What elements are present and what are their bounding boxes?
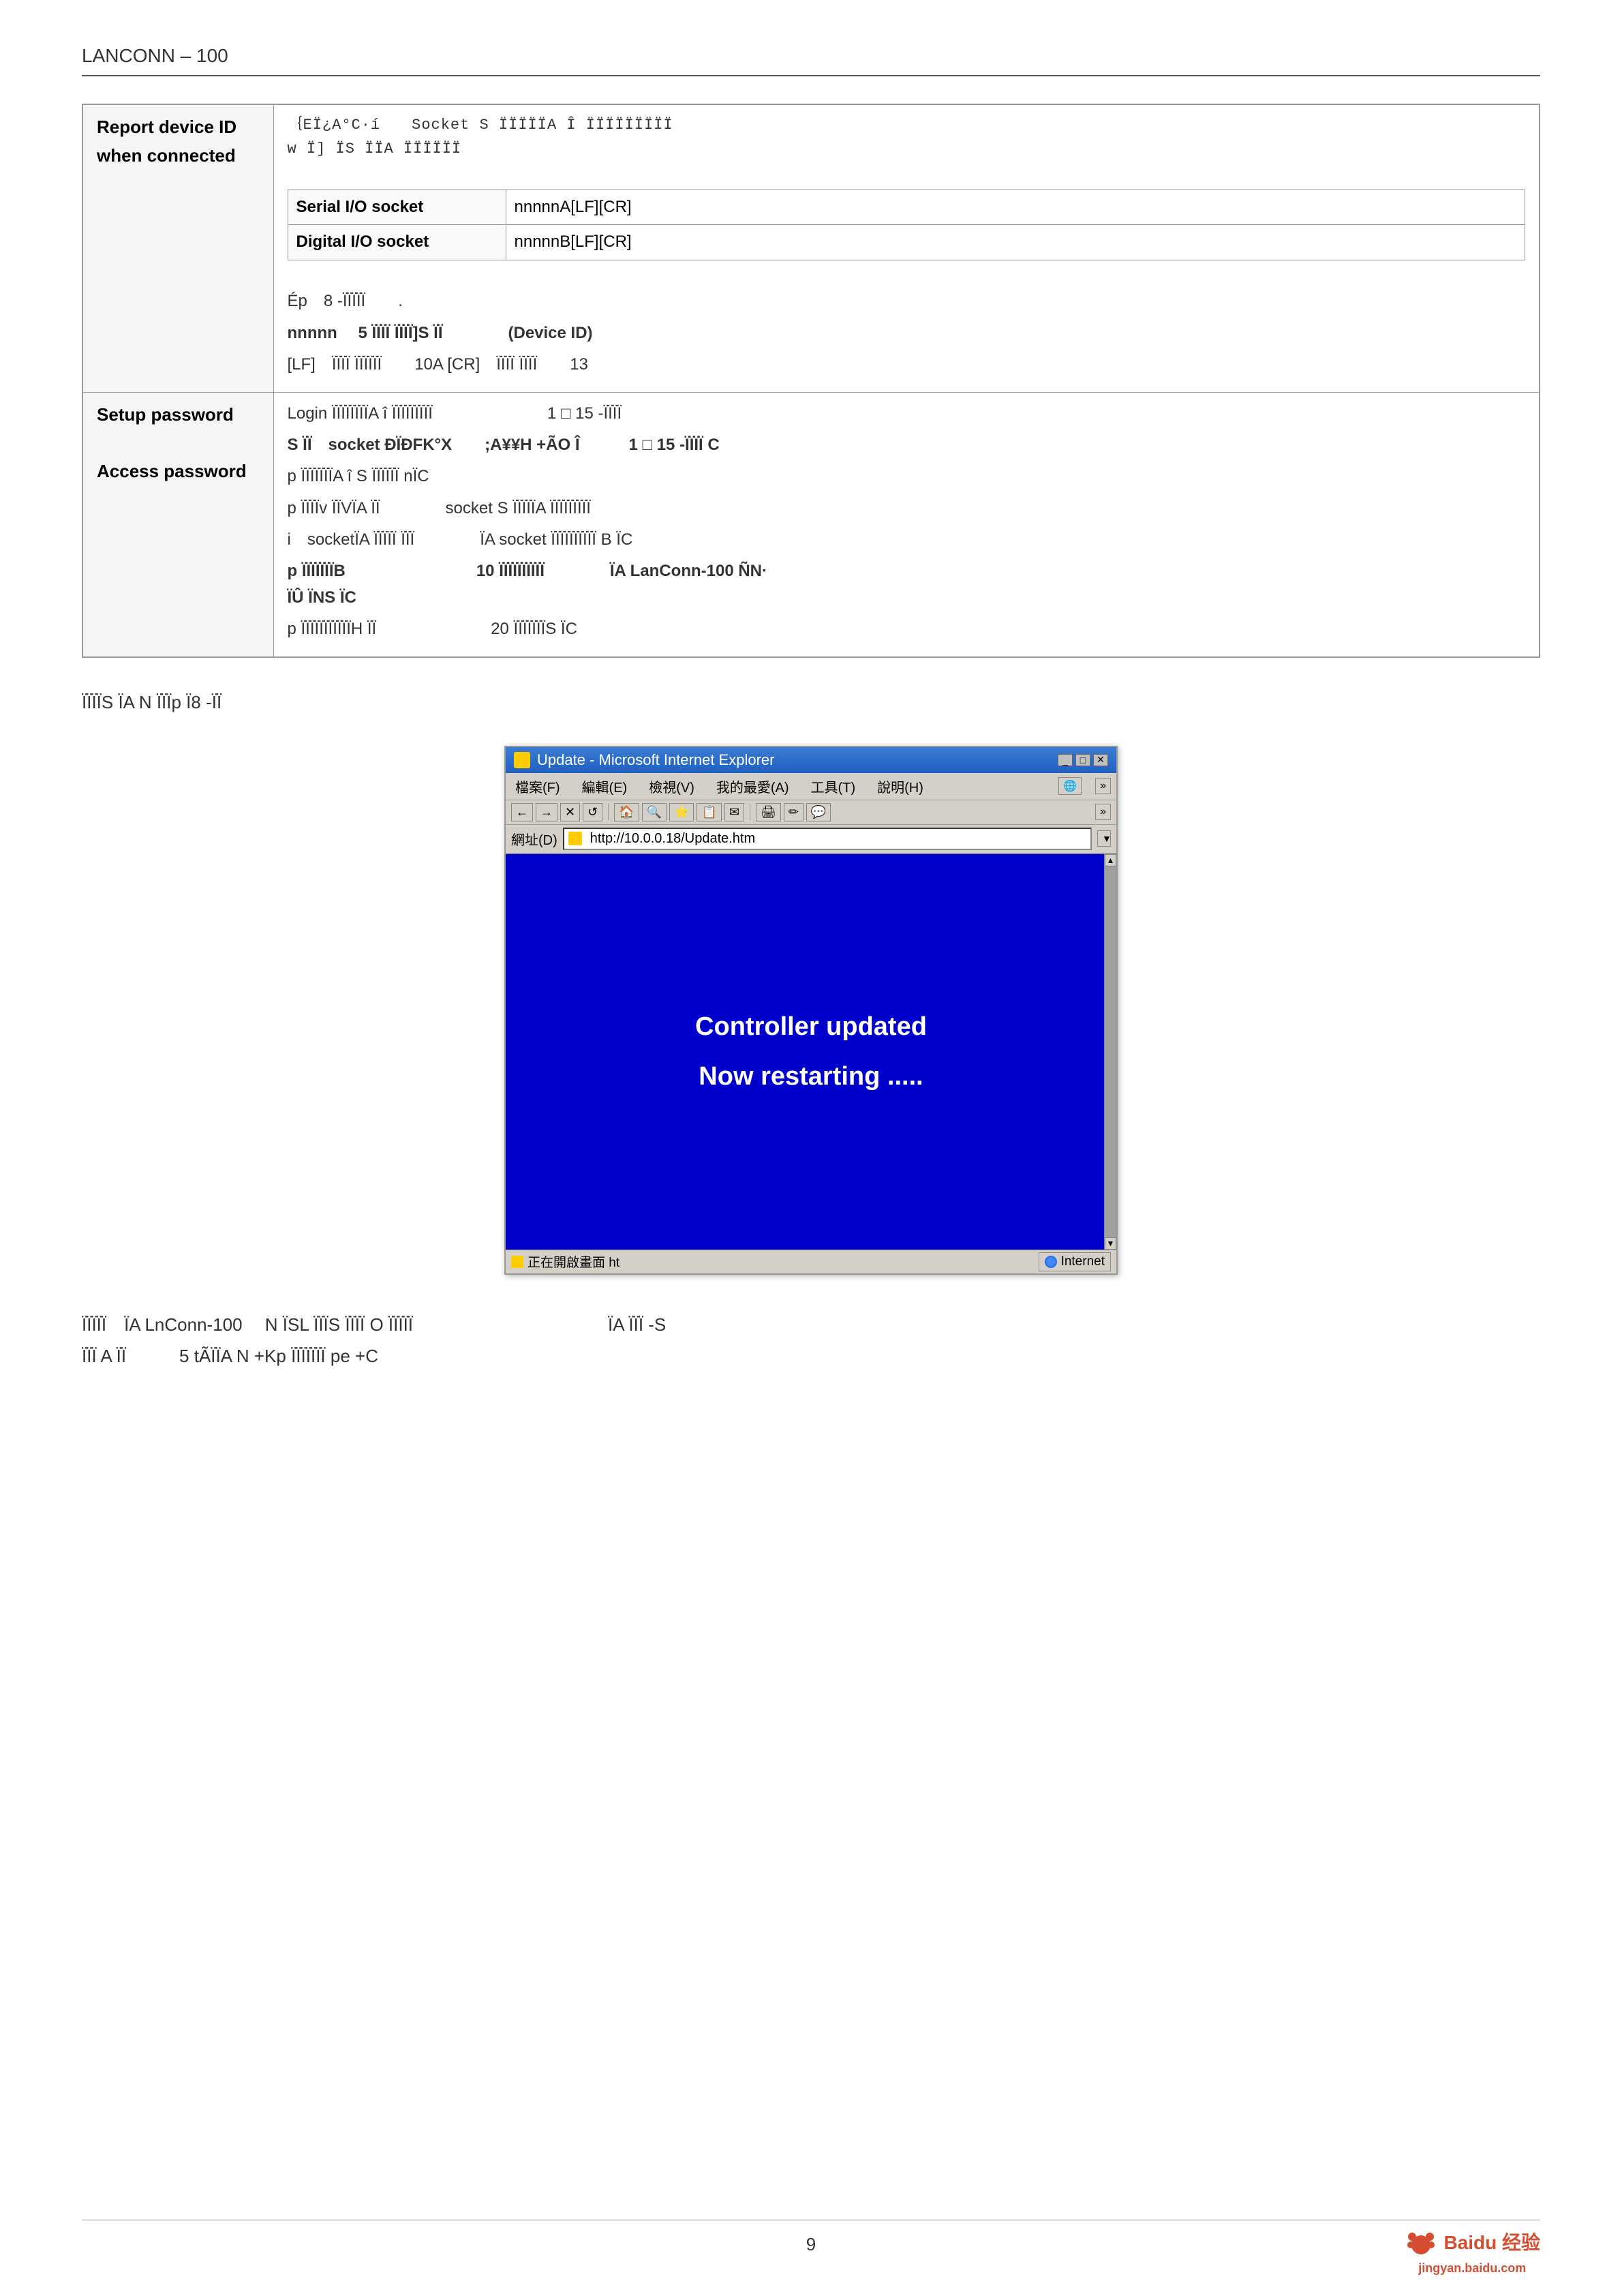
back-button[interactable]: ←: [511, 803, 533, 821]
close-button[interactable]: ✕: [1093, 754, 1108, 766]
menu-help[interactable]: 說明(H): [873, 775, 928, 798]
pwd-line1: Login ÏÏÏÏÏÏÏÏA î ÏÏÏÏÏÏÏÏÏ 1 □ 15 -ÏÏÏÏ: [288, 401, 1526, 427]
scroll-track: [1105, 866, 1116, 1237]
toolbar-expand[interactable]: »: [1095, 804, 1111, 820]
address-dropdown[interactable]: ▼: [1097, 830, 1111, 847]
baidu-text: Baidu 经验: [1443, 2228, 1540, 2255]
main-table: Report device ID when connected ｛EÏ¿A°C·…: [82, 104, 1540, 658]
table-row-device-id: Report device ID when connected ｛EÏ¿A°C·…: [82, 104, 1540, 392]
header-divider: [82, 75, 1540, 76]
corrupted-header: ｛EÏ¿A°C·í Socket S ÏÏÏÏÏA Î ÏÏÏÏÏÏÏÏÏ: [288, 113, 1526, 137]
page-icon: [568, 832, 582, 845]
status-right-text: Internet: [1061, 1254, 1105, 1269]
browser-icon: [514, 752, 530, 768]
browser-controls[interactable]: _ □ ✕: [1058, 754, 1108, 766]
mail-button[interactable]: ✉: [724, 803, 744, 821]
discuss-button[interactable]: 💬: [806, 803, 831, 821]
maximize-button[interactable]: □: [1075, 754, 1090, 766]
bottom-line1: ÏÏÏÏÏ ÏA LnConn-100 N ÏSL ÏÏÏS ÏÏÏÏ O ÏÏ…: [82, 1309, 1540, 1341]
section-description: ÏÏÏÏS ÏA N ÏÏÏp Ï8 -ÏÏ: [82, 692, 1540, 713]
internet-icon: [1045, 1256, 1057, 1268]
ie-icon-button[interactable]: 🌐: [1058, 777, 1082, 795]
bottom-line2: ÏÏÏ A ÏÏ 5 tÃÏÏA N +Kp ÏÏÏÏÏÏÏ pe +C: [82, 1340, 1540, 1372]
browser-statusbar: 正在開啟畫面 ht Internet: [506, 1250, 1116, 1273]
browser-content-area: Controller updated Now restarting ..... …: [506, 854, 1116, 1250]
expand-button[interactable]: »: [1095, 778, 1111, 794]
status-left-area: 正在開啟畫面 ht: [511, 1252, 619, 1271]
address-input-container[interactable]: http://10.0.0.18/Update.htm: [563, 828, 1092, 850]
corrupted-header-text: ｛EÏ¿A°C·í Socket S ÏÏÏÏÏA Î ÏÏÏÏÏÏÏÏÏ: [288, 117, 673, 134]
pwd-line5: i socketÏA ÏÏÏÏÏ ÏÏÏ ÏA socket ÏÏÏÏÏÏÏÏÏ…: [288, 527, 1526, 553]
label-password: Setup password Access password: [82, 392, 273, 657]
baidu-watermark: Baidu 经验 jingyan.baidu.com: [1404, 2224, 1540, 2276]
browser-titlebar: Update - Microsoft Internet Explorer _ □…: [506, 747, 1116, 773]
pwd-line4: p ÏÏÏÏv ÏÏVÏA ÏÏ socket S ÏÏÏÏÏA ÏÏÏÏÏÏÏ…: [288, 496, 1526, 522]
print-button[interactable]: 🖨: [756, 803, 781, 821]
page-header: LANCONN – 100: [82, 41, 1540, 68]
serial-io-label: Serial I/O socket: [288, 190, 506, 224]
menu-file[interactable]: 檔案(F): [511, 775, 564, 798]
corrupted-sub: w Ï] ÏS ÏÏA ÏÏÏÏÏÏ: [288, 137, 1526, 161]
controller-updated-text: Controller updated: [695, 1012, 927, 1042]
bottom-text-area: ÏÏÏÏÏ ÏA LnConn-100 N ÏSL ÏÏÏS ÏÏÏÏ O ÏÏ…: [82, 1309, 1540, 1373]
menu-favorites[interactable]: 我的最愛(A): [712, 775, 793, 798]
table-row-password: Setup password Access password Login ÏÏÏ…: [82, 392, 1540, 657]
page-footer: 9: [0, 2220, 1622, 2255]
address-value-text: http://10.0.0.18/Update.htm: [590, 831, 755, 847]
socket-table: Serial I/O socket nnnnnA[LF][CR] Digital…: [288, 190, 1526, 260]
note1: Ép 8 -ÏÏÏÏÏ .: [288, 288, 1526, 314]
history-button[interactable]: 📋: [697, 803, 721, 821]
home-button[interactable]: 🏠: [614, 803, 639, 821]
edit-button[interactable]: ✏: [784, 803, 804, 821]
content-device-id: ｛EÏ¿A°C·í Socket S ÏÏÏÏÏA Î ÏÏÏÏÏÏÏÏÏ w …: [273, 104, 1540, 392]
search-button[interactable]: 🔍: [642, 803, 667, 821]
pwd-line3: p ÏÏÏÏÏÏÏA î S ÏÏÏÏÏÏ nÏC: [288, 464, 1526, 489]
scroll-up-button[interactable]: ▲: [1105, 854, 1116, 866]
toolbar-separator: [608, 804, 609, 820]
minimize-button[interactable]: _: [1058, 754, 1073, 766]
pwd-line7: p ÏÏÏÏÏÏÏÏÏÏÏH ÏÏ 20 ÏÏÏÏÏÏÏS ÏC: [288, 616, 1526, 642]
menu-tools[interactable]: 工具(T): [807, 775, 860, 798]
digital-io-value: nnnnnB[LF][CR]: [506, 225, 1525, 260]
status-right-area: Internet: [1039, 1252, 1111, 1271]
scroll-down-button[interactable]: ▼: [1105, 1237, 1116, 1250]
label-report-device-id: Report device ID when connected: [82, 104, 273, 392]
browser-title-text: Update - Microsoft Internet Explorer: [537, 751, 774, 769]
status-page-icon: [511, 1256, 523, 1268]
corrupted-sub-text: w Ï] ÏS ÏÏA ÏÏÏÏÏÏ: [288, 140, 462, 157]
header-title: LANCONN – 100: [82, 45, 272, 66]
browser-toolbar: ← → ✕ ↺ 🏠 🔍 ⭐ 📋 ✉ 🖨 ✏ 💬 »: [506, 800, 1116, 825]
pwd-line6: p ÏÏÏÏÏÏÏB 10 ÏÏÏÏÏÏÏÏÏÏ ÏA LanConn-100 …: [288, 558, 1526, 611]
baidu-url: jingyan.baidu.com: [1404, 2261, 1540, 2276]
address-label: 網址(D): [511, 829, 557, 849]
forward-button[interactable]: →: [536, 803, 557, 821]
browser-window[interactable]: Update - Microsoft Internet Explorer _ □…: [504, 746, 1118, 1275]
status-left-text: 正在開啟畫面 ht: [527, 1252, 619, 1271]
browser-title-left: Update - Microsoft Internet Explorer: [514, 751, 774, 769]
note3: [LF] ÏÏÏÏ ÏÏÏÏÏÏ 10A [CR] ÏÏÏÏ ÏÏÏÏ 13: [288, 352, 1526, 378]
menu-edit[interactable]: 編輯(E): [578, 775, 632, 798]
address-bar: 網址(D) http://10.0.0.18/Update.htm ▼: [506, 825, 1116, 854]
browser-scrollbar[interactable]: ▲ ▼: [1104, 854, 1116, 1250]
note2: nnnnn 5 ÏÏÏÏ ÏÏÏÏ]S ÏÏ (Device ID): [288, 320, 1526, 346]
refresh-button[interactable]: ↺: [583, 803, 602, 821]
content-password: Login ÏÏÏÏÏÏÏÏA î ÏÏÏÏÏÏÏÏÏ 1 □ 15 -ÏÏÏÏ…: [273, 392, 1540, 657]
favorites-button[interactable]: ⭐: [669, 803, 694, 821]
digital-io-label: Digital I/O socket: [288, 225, 506, 260]
menu-view[interactable]: 檢視(V): [645, 775, 699, 798]
serial-io-value: nnnnnA[LF][CR]: [506, 190, 1525, 224]
now-restarting-text: Now restarting .....: [699, 1062, 923, 1091]
pwd-line2: S ÏÏ socket ÐÏÐFK°X ;A¥¥H +ÃO Î 1 □ 15 -…: [288, 432, 1526, 458]
stop-button[interactable]: ✕: [560, 803, 580, 821]
baidu-logo-icon: [1404, 2224, 1438, 2259]
page-number: 9: [806, 2234, 816, 2254]
browser-menubar: 檔案(F) 編輯(E) 檢視(V) 我的最愛(A) 工具(T) 說明(H) 🌐 …: [506, 773, 1116, 800]
